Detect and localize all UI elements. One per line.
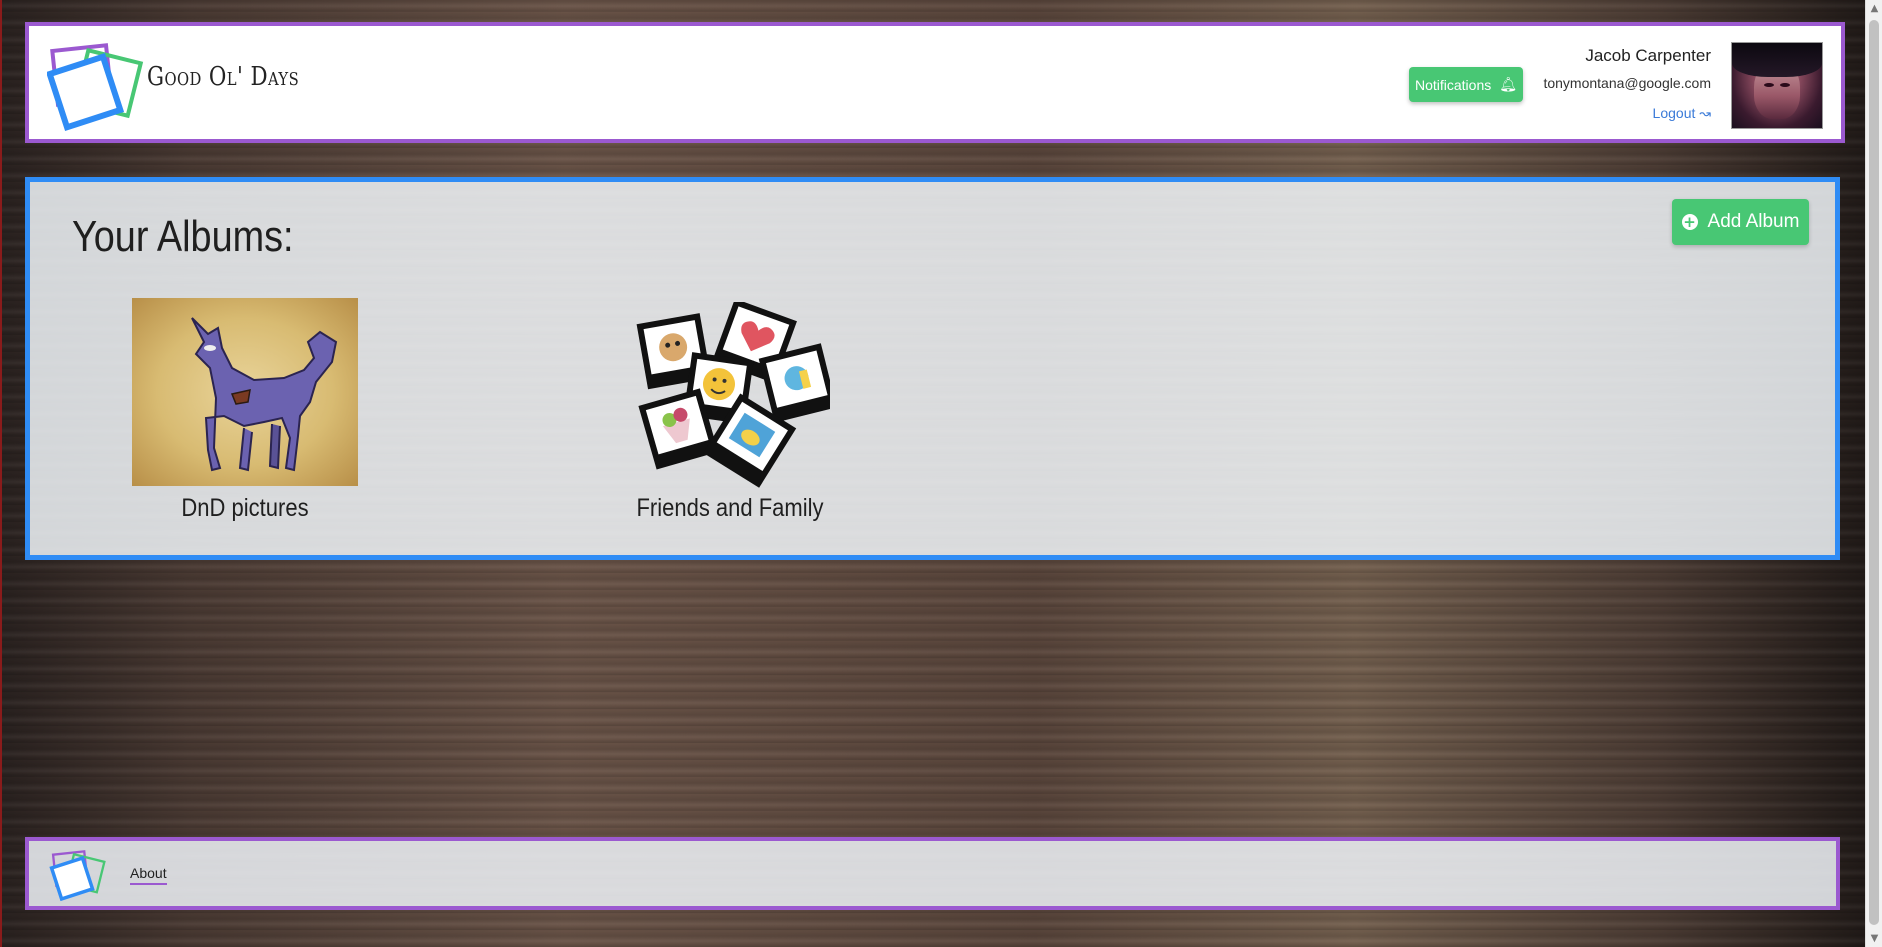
logout-link[interactable]: Logout ↝ [1653,105,1711,122]
album-name: DnD pictures [181,494,309,522]
album-name: Friends and Family [636,494,824,522]
plus-circle-icon: + [1681,213,1698,231]
footer-logo-icon[interactable] [49,846,109,904]
bell-icon: 🔔︎ [1499,76,1518,93]
add-album-button[interactable]: + Add Album [1672,199,1809,245]
scroll-down-icon[interactable]: ▼ [1866,930,1882,947]
header: Good Ol' Days Notifications 🔔︎ Jacob Car… [25,22,1845,143]
brand-name[interactable]: Good Ol' Days [147,62,299,92]
window-edge [0,0,2,947]
logout-label: Logout [1652,105,1696,121]
wolf-illustration [191,317,338,472]
page-title: Your Albums: [72,212,294,261]
photo-collage-icon [636,302,830,488]
footer: About [25,837,1840,910]
album-card[interactable]: DnD pictures [132,298,358,538]
album-card[interactable]: Friends and Family [590,302,870,542]
page-scrollbar[interactable]: ▲ ▼ [1865,0,1882,947]
user-email: tonymontana@google.com [1543,75,1711,91]
logout-arrow-icon: ↝ [1699,105,1711,121]
scrollbar-thumb[interactable] [1869,20,1879,925]
albums-panel: Your Albums: + Add Album DnD pictures Fr… [25,177,1840,560]
logo-icon[interactable] [47,36,147,136]
avatar[interactable] [1731,42,1823,129]
user-name: Jacob Carpenter [1585,46,1711,65]
add-album-label: Add Album [1707,211,1800,232]
avatar-eye [1764,83,1774,87]
scroll-up-icon[interactable]: ▲ [1866,0,1882,17]
avatar-eye [1780,83,1790,87]
about-link[interactable]: About [130,865,167,885]
notifications-label: Notifications [1414,76,1492,93]
album-thumbnail [132,298,358,486]
notifications-button[interactable]: Notifications 🔔︎ [1409,67,1523,102]
avatar-hair [1732,43,1822,77]
